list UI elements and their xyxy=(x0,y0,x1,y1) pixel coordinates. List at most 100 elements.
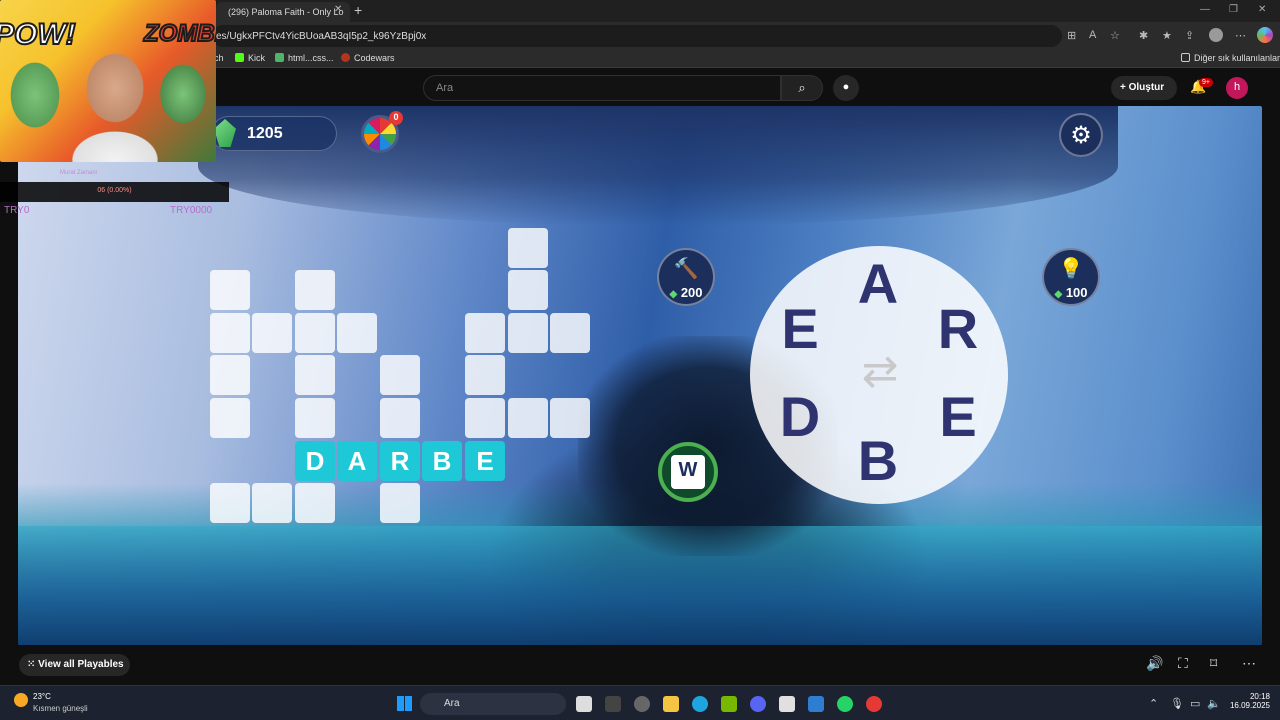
grid-cell-filled: E xyxy=(465,441,505,481)
grid-cell xyxy=(550,398,590,438)
overlay-tag: TRY0 xyxy=(4,205,30,216)
bookmark-item[interactable]: Codewars xyxy=(341,53,395,63)
notepad-icon[interactable] xyxy=(779,696,795,712)
word-bank-button[interactable]: W xyxy=(658,442,718,502)
grid-cell xyxy=(550,313,590,353)
grid-cell-filled: B xyxy=(422,441,462,481)
weather-icon[interactable] xyxy=(14,693,28,707)
grid-cell xyxy=(337,313,377,353)
close-window-icon[interactable]: ✕ xyxy=(1258,4,1266,15)
wheel-letter[interactable]: B xyxy=(848,428,908,493)
microphone-icon: ● xyxy=(842,81,850,93)
grid-cell xyxy=(295,483,335,523)
vscode-icon[interactable] xyxy=(808,696,824,712)
fullscreen-icon[interactable]: ⛶ xyxy=(1178,655,1188,672)
maximize-icon[interactable]: ❐ xyxy=(1229,4,1238,15)
favorites-icon[interactable]: ★ xyxy=(1162,29,1172,42)
other-bookmarks[interactable]: Diğer sık kullanılanlar xyxy=(1181,53,1280,63)
clock[interactable]: 20:18 16.09.2025 xyxy=(1226,692,1270,710)
grid-cell-filled: A xyxy=(337,441,377,481)
profile-avatar[interactable] xyxy=(1209,28,1223,42)
grid-cell xyxy=(465,313,505,353)
chatgpt-icon[interactable] xyxy=(634,696,650,712)
more-icon[interactable]: ⋯ xyxy=(1242,655,1256,672)
wheel-letter[interactable]: E xyxy=(928,384,988,449)
app-icon[interactable] xyxy=(605,696,621,712)
read-aloud-icon[interactable]: A xyxy=(1089,29,1096,41)
wheel-letter[interactable]: R xyxy=(928,296,988,361)
wheel-letter[interactable]: E xyxy=(770,296,830,361)
share-icon[interactable]: ⇪ xyxy=(1185,29,1194,42)
search-input[interactable]: Ara xyxy=(423,75,781,101)
nvidia-icon[interactable] xyxy=(721,696,737,712)
site-icon xyxy=(275,53,284,62)
search-icon: ⌕ xyxy=(798,80,806,95)
hint-cost: 100 xyxy=(1065,285,1088,300)
browser-tab[interactable]: (296) Paloma Faith - Only Lo xyxy=(216,2,350,22)
windows-start-icon[interactable] xyxy=(397,696,412,711)
grid-cell xyxy=(465,355,505,395)
hint-powerup-button[interactable]: 💡 ◆ 100 xyxy=(1042,248,1100,306)
word-bank-icon: W xyxy=(671,455,705,489)
url-field[interactable]: es/UgkxPFCtv4YicBUoaAB3qI5p2_k96YzBpj0x xyxy=(212,25,1062,47)
bookmark-icon[interactable]: ⌑ xyxy=(1210,655,1217,672)
stat-label: Murat Zamanı xyxy=(60,170,98,176)
settings-gear-icon[interactable]: ⚙ xyxy=(1059,113,1103,157)
grid-cell xyxy=(210,270,250,310)
grid-cell xyxy=(380,483,420,523)
spin-badge: 0 xyxy=(389,111,403,125)
mic-button[interactable]: ● xyxy=(833,75,859,101)
grid-cell xyxy=(465,398,505,438)
notification-badge: 9+ xyxy=(1199,78,1213,87)
view-all-playables-button[interactable]: ⁙ View all Playables xyxy=(19,654,130,676)
mic-tray-icon[interactable]: 🎙 xyxy=(1170,697,1184,710)
zombie-text: ZOMBIE! xyxy=(143,19,216,48)
more-menu-icon[interactable]: ⋯ xyxy=(1235,29,1246,42)
tab-close-icon[interactable]: ✕ xyxy=(334,4,342,15)
hammer-icon: 🔨 xyxy=(673,258,699,280)
playables-bottom-bar: ⁙ View all Playables 🔊 ⛶ ⌑ ⋯ xyxy=(0,645,1280,685)
minimize-icon[interactable]: — xyxy=(1200,4,1210,15)
clock-date: 16.09.2025 xyxy=(1229,701,1270,710)
stream-stat: 06 (0.00%) xyxy=(0,182,229,202)
pow-text: POW! xyxy=(0,17,77,52)
bookmark-item[interactable]: Kick xyxy=(235,53,265,63)
bookmark-item[interactable]: html...css... xyxy=(275,53,334,63)
grid-cell xyxy=(295,355,335,395)
wheel-letter[interactable]: D xyxy=(770,384,830,449)
network-icon[interactable]: ▭ xyxy=(1190,697,1200,710)
edge-icon[interactable] xyxy=(692,696,708,712)
grid-cell xyxy=(508,313,548,353)
search-button[interactable]: ⌕ xyxy=(781,75,823,101)
webcam-overlay: POW! ZOMBIE! xyxy=(0,0,216,162)
lightbulb-icon: 💡 xyxy=(1058,258,1084,280)
grid-cell xyxy=(295,398,335,438)
create-button[interactable]: + Oluştur xyxy=(1111,76,1177,100)
grid-cell xyxy=(210,483,250,523)
weather-temp: 23°C xyxy=(33,692,51,701)
shuffle-icon[interactable]: ⇄ xyxy=(850,346,910,397)
discord-icon[interactable] xyxy=(750,696,766,712)
whatsapp-icon[interactable] xyxy=(837,696,853,712)
new-tab-button[interactable]: + xyxy=(354,2,362,18)
grid-cell-filled: R xyxy=(380,441,420,481)
account-avatar[interactable]: h xyxy=(1226,77,1248,99)
volume-icon[interactable]: 🔊 xyxy=(1146,655,1163,672)
kick-icon xyxy=(235,53,244,62)
wheel-letter[interactable]: A xyxy=(848,251,908,316)
tray-chevron-icon[interactable]: ⌃ xyxy=(1149,697,1158,710)
grid-cell xyxy=(508,228,548,268)
task-view-icon[interactable] xyxy=(576,696,592,712)
hammer-powerup-button[interactable]: 🔨 ◆ 200 xyxy=(657,248,715,306)
taskbar-search[interactable]: Ara xyxy=(420,693,566,715)
chrome-icon[interactable] xyxy=(866,696,882,712)
extensions-icon[interactable]: ✱ xyxy=(1139,29,1148,42)
copilot-icon[interactable] xyxy=(1257,27,1273,43)
apps-icon[interactable]: ⊞ xyxy=(1067,29,1076,42)
speaker-icon[interactable]: 🔈 xyxy=(1207,697,1221,710)
codewars-icon xyxy=(341,53,350,62)
gem-icon: ◆ xyxy=(1054,289,1063,300)
grid-cell xyxy=(295,313,335,353)
file-explorer-icon[interactable] xyxy=(663,696,679,712)
favorite-star-icon[interactable]: ☆ xyxy=(1110,29,1120,42)
